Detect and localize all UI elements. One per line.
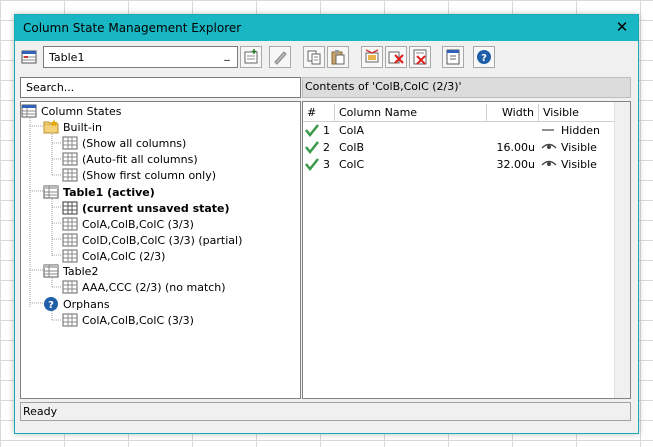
header-label: Visible: [543, 106, 579, 119]
grid-icon: [62, 249, 78, 263]
copy-icon[interactable]: [303, 46, 325, 68]
search-box[interactable]: [20, 77, 301, 98]
tree-item-state[interactable]: ColA,ColB,ColC (3/3): [62, 216, 194, 232]
tree-item-auto-fit-all-columns[interactable]: (Auto-fit all columns): [62, 151, 198, 167]
tree-item-show-all-columns[interactable]: (Show all columns): [62, 135, 186, 151]
status-text: Ready: [23, 405, 58, 418]
contents-label: Contents of 'ColB,ColC (2/3)': [302, 77, 631, 98]
folder-star-icon: [43, 119, 59, 134]
column-header-visible[interactable]: Visible: [539, 104, 623, 121]
check-icon: [305, 141, 319, 154]
tree-group-table1[interactable]: Table1 (active): [43, 184, 155, 200]
row-visible: Hidden: [561, 124, 601, 137]
tree-item-label: (Show all columns): [82, 136, 187, 150]
row-width: 32.00u: [496, 158, 535, 171]
paste-icon[interactable]: [327, 46, 349, 68]
tree-item-label: ColA,ColB,ColC (3/3): [82, 217, 194, 231]
eye-icon: [541, 143, 557, 149]
eye-icon: [541, 160, 557, 166]
grid-icon: [21, 104, 37, 118]
row-visible: Visible: [561, 158, 597, 171]
svg-text:?: ?: [481, 53, 487, 64]
delete-all-icon[interactable]: [409, 46, 431, 68]
grid-icon: [62, 136, 78, 150]
grid-icon: [62, 217, 78, 231]
table-icon: [21, 49, 37, 68]
tree-item-label: (current unsaved state): [82, 201, 230, 215]
delete-icon[interactable]: [385, 46, 407, 68]
tree-item-current-unsaved-state[interactable]: (current unsaved state): [62, 200, 230, 216]
grid-icon: [62, 313, 78, 327]
column-states-tree[interactable]: Column States Built-in (Show all columns…: [20, 101, 301, 399]
tree-item-label: AAA,CCC (2/3) (no match): [82, 280, 226, 294]
tree-group-label: Orphans: [63, 297, 110, 311]
tree-root-column-states[interactable]: Column States: [21, 103, 121, 119]
tree-item-state[interactable]: ColA,ColC (2/3): [62, 248, 165, 264]
row-column-name: ColA: [339, 124, 364, 137]
dash-icon: [542, 129, 554, 131]
check-icon: [305, 158, 319, 171]
tree-item-label: ColA,ColC (2/3): [82, 249, 166, 263]
columns-list[interactable]: # Column Name Width Visible 1 ColA Hidde…: [302, 101, 631, 399]
grid-icon: [62, 201, 78, 215]
toolbar: Table1 _ ?: [15, 42, 638, 74]
add-state-icon[interactable]: [240, 46, 262, 68]
rename-icon[interactable]: [361, 46, 383, 68]
check-icon: [305, 124, 319, 137]
row-column-name: ColC: [339, 158, 365, 171]
properties-icon[interactable]: [442, 46, 464, 68]
header-label: #: [307, 106, 317, 119]
tree-group-builtin[interactable]: Built-in: [43, 119, 102, 135]
table-row[interactable]: 2 ColB 16.00u Visible: [303, 139, 614, 156]
tree-item-label: ColA,ColB,ColC (3/3): [82, 313, 194, 327]
column-header-width[interactable]: Width: [487, 104, 539, 121]
tree-item-state[interactable]: AAA,CCC (2/3) (no match): [62, 279, 226, 295]
tree-item-state[interactable]: ColA,ColB,ColC (3/3): [62, 312, 194, 328]
row-num: 1: [323, 124, 330, 137]
tree-item-show-first-column-only[interactable]: (Show first column only): [62, 167, 216, 183]
tree-group-label: Built-in: [63, 120, 102, 134]
tree-group-table2[interactable]: Table2: [43, 263, 98, 279]
table-row[interactable]: 3 ColC 32.00u Visible: [303, 156, 614, 173]
explorer-window: Column State Management Explorer ✕ Table…: [14, 14, 639, 434]
grid-icon: [62, 152, 78, 166]
header-label: Column Name: [339, 106, 418, 119]
help-icon[interactable]: ?: [473, 46, 495, 68]
table-icon: [43, 185, 59, 199]
status-bar: Ready: [20, 402, 631, 421]
row-width: 16.00u: [496, 141, 535, 154]
tree-group-orphans[interactable]: ? Orphans: [43, 296, 110, 312]
question-icon: ?: [44, 297, 58, 311]
grid-icon: [62, 233, 78, 247]
row-column-name: ColB: [339, 141, 365, 154]
table-row[interactable]: 1 ColA Hidden: [303, 122, 614, 139]
tree-root-label: Column States: [41, 104, 122, 118]
edit-state-icon[interactable]: [269, 46, 291, 68]
table-selector[interactable]: Table1 _: [43, 46, 238, 68]
svg-text:?: ?: [48, 300, 54, 311]
close-button[interactable]: ✕: [614, 19, 630, 35]
column-header-name[interactable]: Column Name: [335, 104, 487, 121]
row-visible: Visible: [561, 141, 597, 154]
header-label: Width: [502, 106, 534, 119]
dropdown-arrow-icon[interactable]: _: [219, 49, 235, 65]
tree-item-label: (Show first column only): [82, 168, 217, 182]
table-icon: [43, 264, 59, 278]
search-input[interactable]: [26, 79, 296, 96]
table-selector-value: Table1: [49, 51, 85, 64]
title-bar[interactable]: Column State Management Explorer ✕: [15, 15, 638, 41]
column-header-num[interactable]: #: [303, 104, 335, 121]
vertical-scrollbar[interactable]: [614, 102, 630, 398]
tree-item-state[interactable]: ColD,ColB,ColC (3/3) (partial): [62, 232, 242, 248]
tree-item-label: ColD,ColB,ColC (3/3) (partial): [82, 233, 243, 247]
grid-icon: [62, 168, 78, 182]
row-num: 2: [323, 141, 330, 154]
tree-group-label: Table1 (active): [63, 185, 155, 199]
tree-item-label: (Auto-fit all columns): [82, 152, 198, 166]
row-num: 3: [323, 158, 330, 171]
window-title: Column State Management Explorer: [23, 21, 242, 35]
grid-icon: [62, 280, 78, 294]
tree-group-label: Table2: [63, 264, 99, 278]
